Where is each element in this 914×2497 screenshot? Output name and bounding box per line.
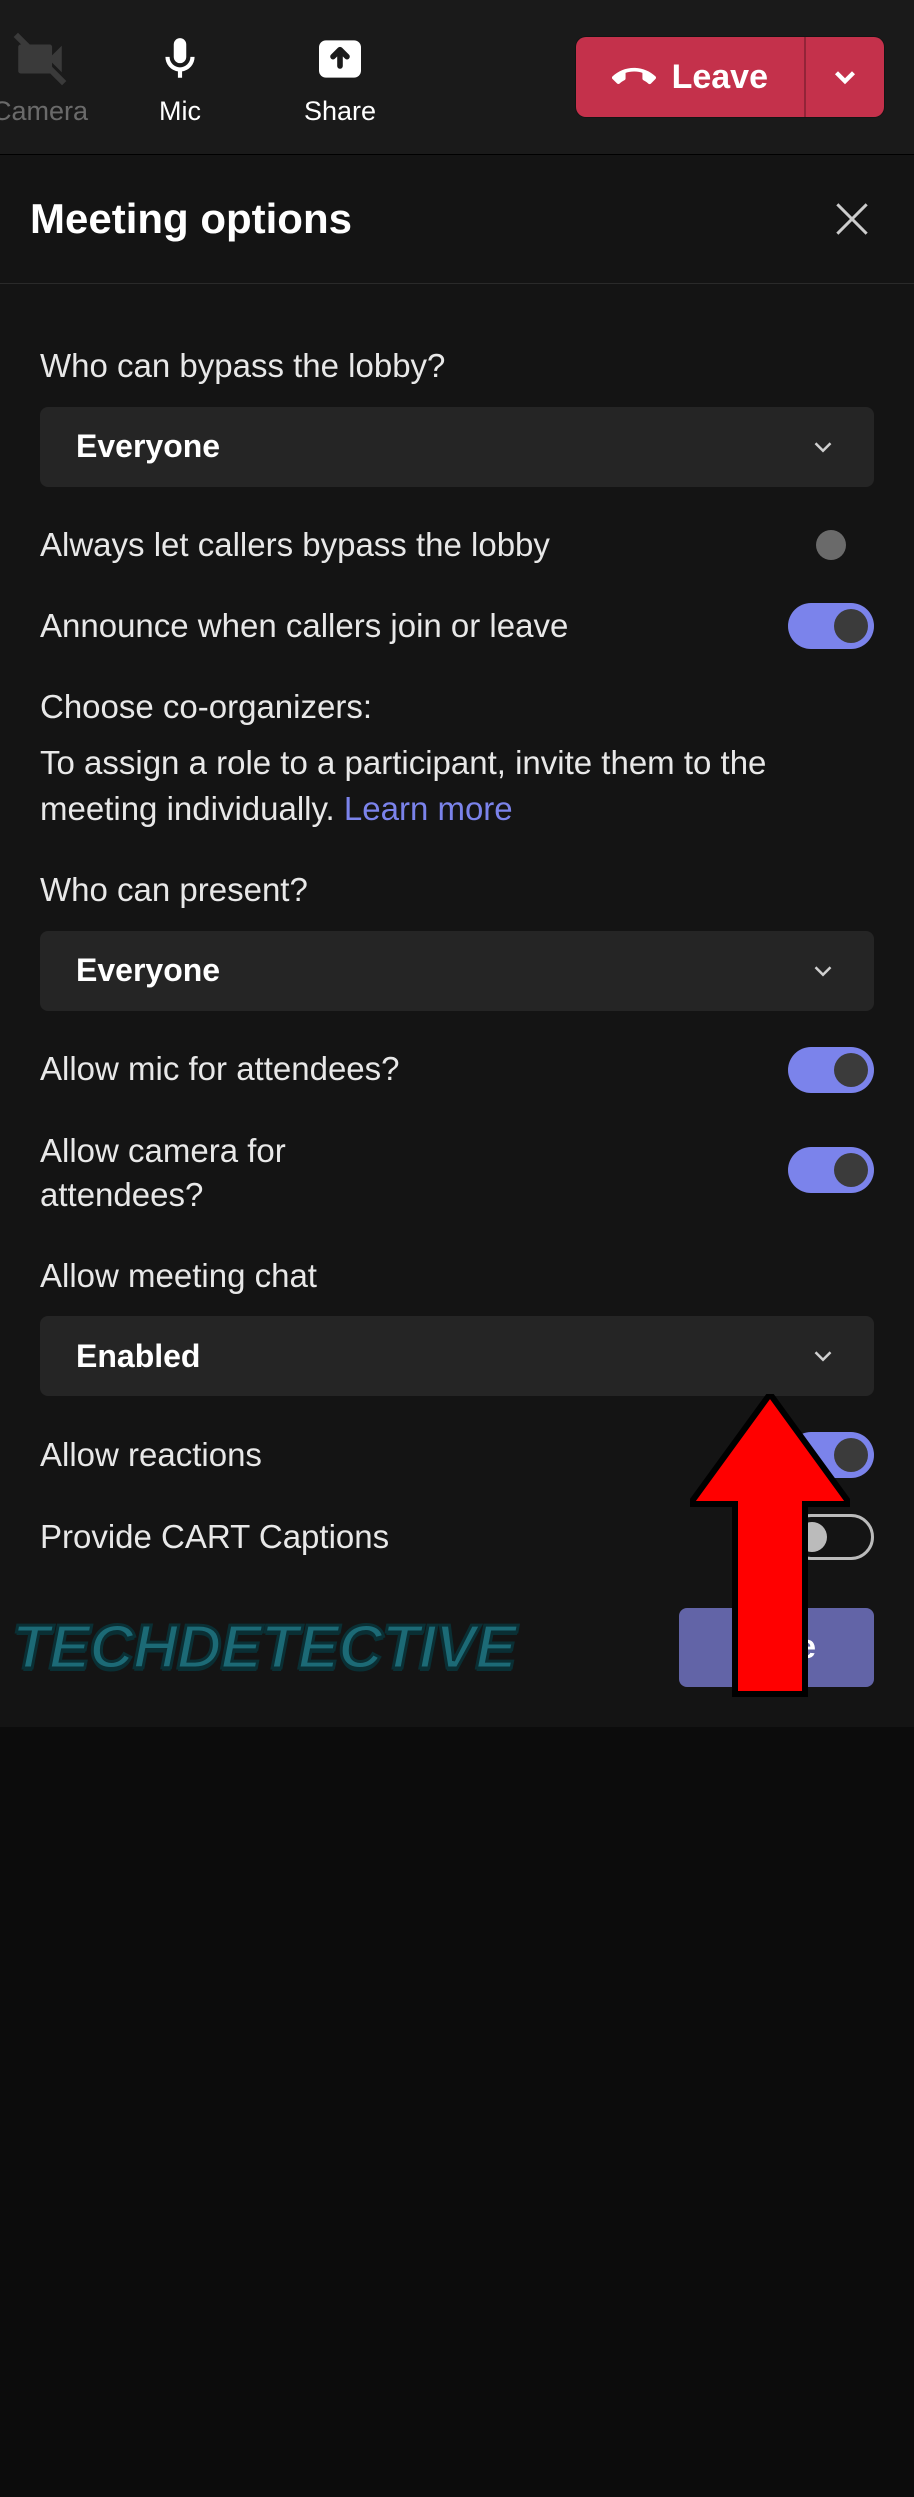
bypass-lobby-dropdown[interactable]: Everyone xyxy=(40,407,874,487)
co-organizers-sub: To assign a role to a participant, invit… xyxy=(40,740,874,832)
allow-camera-toggle[interactable] xyxy=(788,1147,874,1193)
cart-captions-label: Provide CART Captions xyxy=(40,1515,660,1560)
allow-mic-row: Allow mic for attendees? xyxy=(40,1047,874,1093)
allow-mic-label: Allow mic for attendees? xyxy=(40,1047,660,1092)
always-callers-bypass-row: Always let callers bypass the lobby xyxy=(40,523,874,568)
bypass-lobby-section: Who can bypass the lobby? Everyone xyxy=(40,344,874,487)
leave-more-button[interactable] xyxy=(804,37,884,117)
co-organizers-heading: Choose co-organizers: xyxy=(40,685,874,730)
leave-button[interactable]: Leave xyxy=(576,37,804,117)
who-can-present-label: Who can present? xyxy=(40,868,874,913)
watermark: TECHDETECTIVE xyxy=(12,1612,516,1683)
save-button[interactable]: Save xyxy=(679,1608,874,1687)
camera-off-icon xyxy=(9,28,71,90)
mic-label: Mic xyxy=(159,96,201,127)
bypass-lobby-label: Who can bypass the lobby? xyxy=(40,344,874,389)
close-button[interactable] xyxy=(830,197,874,241)
allow-chat-label: Allow meeting chat xyxy=(40,1254,874,1299)
allow-chat-value: Enabled xyxy=(76,1338,200,1375)
always-callers-bypass-toggle[interactable] xyxy=(816,530,846,560)
camera-button[interactable]: Camera xyxy=(0,0,100,154)
allow-chat-dropdown[interactable]: Enabled xyxy=(40,1316,874,1396)
mic-button[interactable]: Mic xyxy=(100,0,260,154)
leave-label: Leave xyxy=(672,58,768,97)
learn-more-link[interactable]: Learn more xyxy=(344,790,513,827)
chevron-down-icon xyxy=(808,956,838,986)
who-can-present-value: Everyone xyxy=(76,952,220,989)
chevron-down-icon xyxy=(828,60,862,94)
allow-camera-row: Allow camera for attendees? xyxy=(40,1129,874,1218)
always-callers-bypass-label: Always let callers bypass the lobby xyxy=(40,523,660,568)
meeting-toolbar: Camera Mic Share Leave xyxy=(0,0,914,155)
cart-captions-row: Provide CART Captions xyxy=(40,1514,874,1560)
mic-icon xyxy=(149,28,211,90)
panel-header: Meeting options xyxy=(0,155,914,284)
allow-camera-label: Allow camera for attendees? xyxy=(40,1129,400,1218)
announce-callers-row: Announce when callers join or leave xyxy=(40,603,874,649)
announce-callers-toggle[interactable] xyxy=(788,603,874,649)
options-panel: Who can bypass the lobby? Everyone Alway… xyxy=(0,284,914,1590)
allow-reactions-toggle[interactable] xyxy=(788,1432,874,1478)
chevron-down-icon xyxy=(808,432,838,462)
allow-chat-section: Allow meeting chat Enabled xyxy=(40,1254,874,1397)
panel-footer: TECHDETECTIVE Save xyxy=(0,1590,914,1727)
allow-mic-toggle[interactable] xyxy=(788,1047,874,1093)
hangup-icon xyxy=(612,55,656,99)
allow-reactions-label: Allow reactions xyxy=(40,1433,660,1478)
co-organizers-section: Choose co-organizers: To assign a role t… xyxy=(40,685,874,832)
leave-button-group: Leave xyxy=(576,37,884,117)
who-can-present-section: Who can present? Everyone xyxy=(40,868,874,1011)
who-can-present-dropdown[interactable]: Everyone xyxy=(40,931,874,1011)
camera-label: Camera xyxy=(0,96,88,127)
share-button[interactable]: Share xyxy=(260,0,420,154)
panel-title: Meeting options xyxy=(30,195,352,243)
save-label: Save xyxy=(737,1628,816,1666)
close-icon xyxy=(830,197,874,241)
share-label: Share xyxy=(304,96,376,127)
cart-captions-toggle[interactable] xyxy=(788,1514,874,1560)
announce-callers-label: Announce when callers join or leave xyxy=(40,604,660,649)
bypass-lobby-value: Everyone xyxy=(76,428,220,465)
share-icon xyxy=(309,28,371,90)
chevron-down-icon xyxy=(808,1341,838,1371)
allow-reactions-row: Allow reactions xyxy=(40,1432,874,1478)
